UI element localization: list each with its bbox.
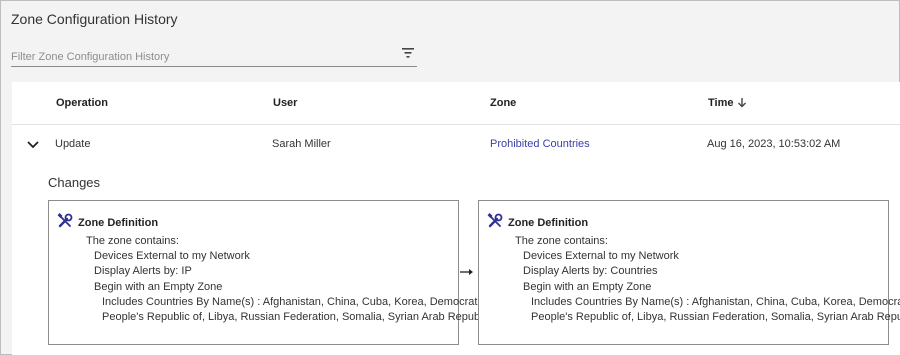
before-line: Begin with an Empty Zone xyxy=(94,281,223,293)
cell-operation: Update xyxy=(55,138,91,150)
chevron-down-icon[interactable] xyxy=(26,139,40,151)
page-title: Zone Configuration History xyxy=(11,11,178,27)
cell-user: Sarah Miller xyxy=(272,138,331,150)
after-line: People's Republic of, Libya, Russian Fed… xyxy=(531,311,900,323)
after-line: Includes Countries By Name(s) : Afghanis… xyxy=(531,296,900,308)
table-header: Operation User Zone Time xyxy=(12,82,900,125)
tools-icon xyxy=(487,213,503,228)
arrow-right-icon xyxy=(460,269,473,275)
before-line: Includes Countries By Name(s) : Afghanis… xyxy=(102,296,486,308)
after-line: Display Alerts by: Countries xyxy=(523,265,658,277)
before-line: People's Republic of, Libya, Russian Fed… xyxy=(102,311,491,323)
changes-heading: Changes xyxy=(48,175,101,190)
zone-link[interactable]: Prohibited Countries xyxy=(490,138,590,150)
before-line: Display Alerts by: IP xyxy=(94,265,192,277)
after-line: Devices External to my Network xyxy=(523,250,679,262)
after-line: The zone contains: xyxy=(515,235,608,247)
before-title-text: Zone Definition xyxy=(78,217,159,229)
after-title-text: Zone Definition xyxy=(508,217,589,229)
column-header-operation[interactable]: Operation xyxy=(56,97,108,109)
table-row[interactable]: Update Sarah Miller Prohibited Countries… xyxy=(12,126,900,162)
before-title: Zone Definition xyxy=(57,213,158,229)
filter-icon[interactable] xyxy=(401,46,415,60)
before-line: Devices External to my Network xyxy=(94,250,250,262)
history-table: Operation User Zone Time Update Sarah Mi… xyxy=(12,82,900,355)
after-line: Begin with an Empty Zone xyxy=(523,281,652,293)
cell-time: Aug 16, 2023, 10:53:02 AM xyxy=(707,138,841,150)
tools-icon xyxy=(57,213,73,228)
column-header-time[interactable]: Time xyxy=(708,97,747,109)
sort-descending-icon[interactable] xyxy=(737,97,747,108)
column-header-time-label: Time xyxy=(708,97,734,109)
before-line: The zone contains: xyxy=(86,235,179,247)
column-header-user[interactable]: User xyxy=(273,97,297,109)
filter-input[interactable] xyxy=(11,49,391,65)
after-title: Zone Definition xyxy=(487,213,588,229)
zone-definition-after: Zone Definition The zone contains: Devic… xyxy=(478,200,900,345)
zone-definition-before: Zone Definition The zone contains: Devic… xyxy=(48,200,491,345)
column-header-zone[interactable]: Zone xyxy=(490,97,516,109)
filter-field[interactable] xyxy=(11,45,417,67)
